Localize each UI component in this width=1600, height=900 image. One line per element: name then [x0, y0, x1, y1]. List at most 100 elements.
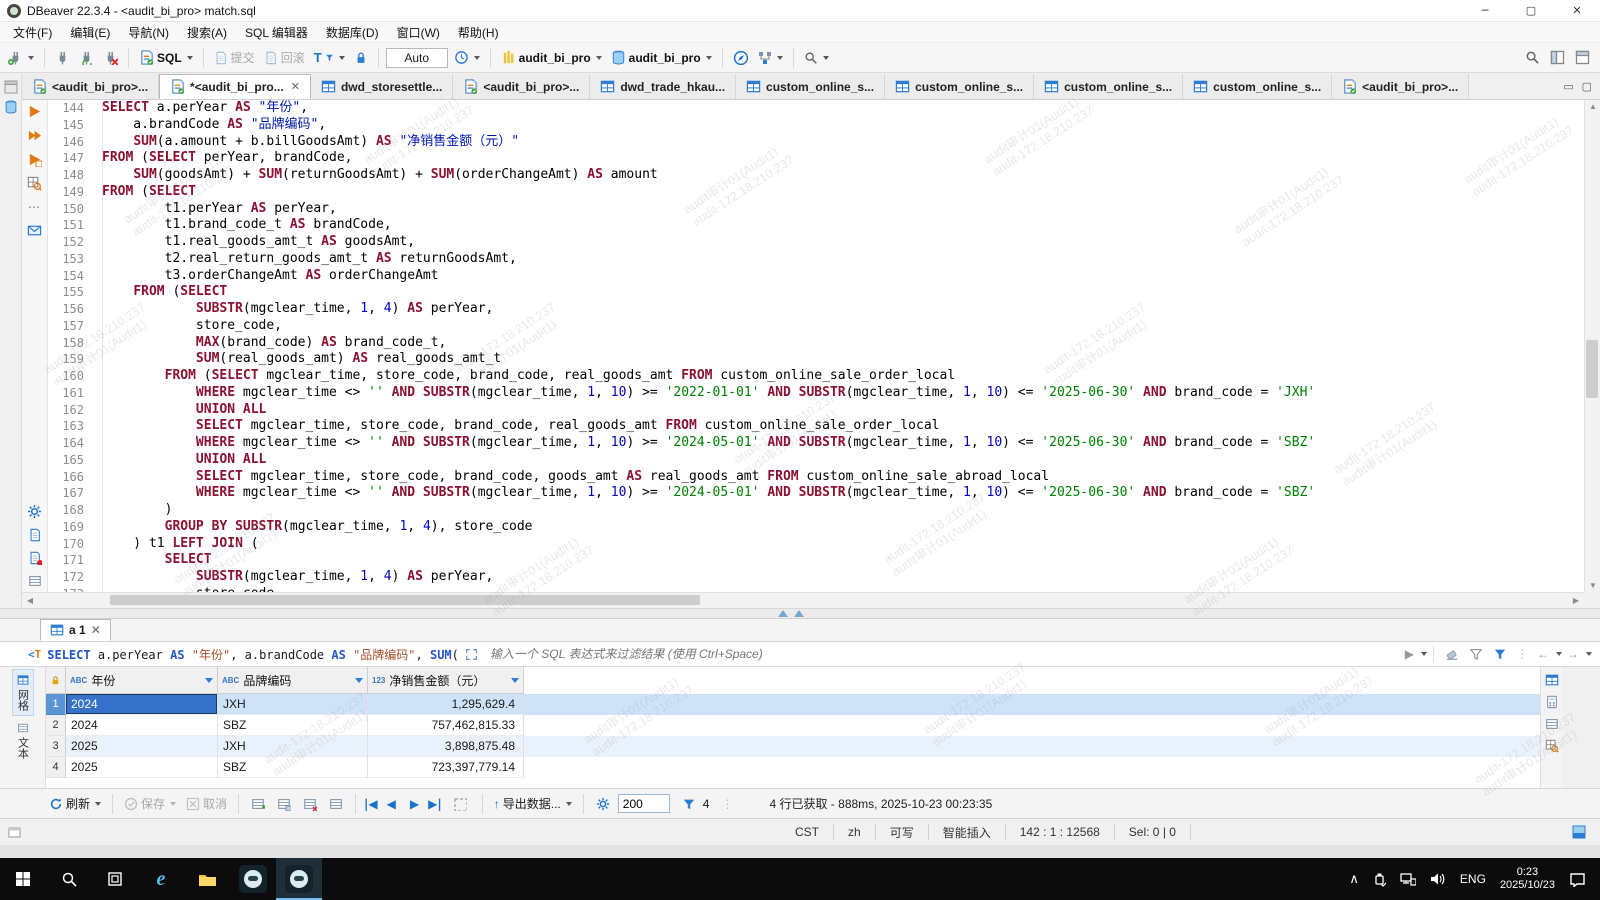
close-icon[interactable]: ✕ — [91, 623, 101, 637]
expand-filter-icon[interactable] — [465, 648, 478, 661]
explain-plan-icon[interactable] — [27, 176, 42, 191]
table-row-1[interactable]: 12024JXH1,295,629.4 — [46, 694, 1540, 715]
disconnect-button[interactable] — [52, 48, 73, 67]
execute-statement-icon[interactable] — [27, 104, 42, 119]
code-line-170[interactable]: 170 ) t1 LEFT JOIN ( — [48, 536, 1584, 553]
row-number[interactable]: 2 — [46, 715, 66, 736]
perspective-icon[interactable] — [1550, 50, 1565, 65]
clear-filter-eraser-icon[interactable] — [1445, 647, 1459, 661]
editor-tab-2[interactable]: dwd_storesettle... — [311, 74, 453, 99]
more-actions-icon[interactable]: ⋯ — [28, 200, 41, 214]
code-line-146[interactable]: 146 SUM(a.amount + b.billGoodsAmt) AS "净… — [48, 134, 1584, 151]
menu-item-4[interactable]: SQL 编辑器 — [236, 22, 317, 43]
metadata-panel-icon[interactable] — [1545, 717, 1559, 731]
code-line-164[interactable]: 164 WHERE mgclear_time <> '' AND SUBSTR(… — [48, 435, 1584, 452]
sql-editor-button[interactable]: SQL — [136, 48, 196, 67]
code-line-151[interactable]: 151 t1.brand_code_t AS brandCode, — [48, 217, 1584, 234]
input-language[interactable]: ENG — [1460, 872, 1486, 886]
scroll-up-arrow-icon[interactable]: ▲ — [1585, 100, 1600, 111]
next-row-icon[interactable]: ▶ — [410, 797, 419, 811]
search-button[interactable] — [801, 49, 832, 67]
fetch-size-input[interactable] — [618, 794, 670, 813]
connection-selector[interactable]: audit_bi_pro — [498, 48, 605, 67]
column-header-0[interactable]: ABC年份 — [66, 667, 218, 694]
cell-r4-c0[interactable]: 2025 — [66, 757, 218, 778]
code-line-157[interactable]: 157 store_code, — [48, 318, 1584, 335]
last-row-icon[interactable]: ▶| — [428, 797, 442, 811]
close-tab-icon[interactable]: ✕ — [291, 80, 300, 93]
results-grid[interactable]: ABC年份ABC品牌编码123净销售金额（元） 12024JXH1,295,62… — [46, 667, 1540, 788]
editor-results-splitter[interactable] — [0, 608, 1600, 619]
cell-r3-c1[interactable]: JXH — [218, 736, 368, 757]
autocommit-combo[interactable]: Auto — [386, 48, 448, 68]
minimize-button[interactable]: ─ — [1462, 0, 1508, 22]
prev-row-icon[interactable]: ◀ — [387, 797, 396, 811]
code-line-150[interactable]: 150 t1.perYear AS perYear, — [48, 201, 1584, 218]
cell-r4-c1[interactable]: SBZ — [218, 757, 368, 778]
cell-r2-c1[interactable]: SBZ — [218, 715, 368, 736]
chevron-down-icon[interactable] — [1586, 652, 1592, 656]
scroll-left-arrow-icon[interactable]: ◀ — [22, 596, 38, 605]
taskbar-search-button[interactable] — [46, 858, 92, 900]
export-data-button[interactable]: ↑ 导出数据... — [491, 793, 575, 814]
editor-vscroll-thumb[interactable] — [1586, 340, 1598, 398]
sort-dropdown-icon[interactable] — [511, 678, 519, 683]
menu-item-6[interactable]: 窗口(W) — [388, 22, 449, 43]
menu-item-1[interactable]: 编辑(E) — [61, 22, 119, 43]
result-tab[interactable]: a 1 ✕ — [40, 619, 111, 641]
cell-r2-c0[interactable]: 2024 — [66, 715, 218, 736]
layout-icon[interactable] — [1575, 50, 1590, 65]
editor-tab-1[interactable]: *<audit_bi_pro...✕ — [159, 74, 311, 99]
code-line-172[interactable]: 172 SUBSTR(mgclear_time, 1, 4) AS perYea… — [48, 569, 1584, 586]
new-connection-button[interactable] — [5, 48, 37, 67]
speaker-icon[interactable] — [1430, 872, 1446, 886]
plan-button[interactable] — [754, 48, 786, 67]
code-line-152[interactable]: 152 t1.real_goods_amt_t AS goodsAmt, — [48, 234, 1584, 251]
close-button[interactable]: ✕ — [1554, 0, 1600, 22]
code-line-148[interactable]: 148 SUM(goodsAmt) + SUM(returnGoodsAmt) … — [48, 167, 1584, 184]
grid-doc-icon[interactable] — [28, 574, 42, 588]
database-selector[interactable]: audit_bi_pro — [608, 48, 715, 67]
editor-tab-0[interactable]: <audit_bi_pro>... — [22, 74, 159, 99]
row-number[interactable]: 3 — [46, 736, 66, 757]
code-line-149[interactable]: 149FROM (SELECT — [48, 184, 1584, 201]
goto-row-icon[interactable] — [453, 797, 467, 811]
cell-r1-c2[interactable]: 1,295,629.4 — [368, 694, 524, 715]
code-line-155[interactable]: 155 FROM (SELECT — [48, 284, 1584, 301]
editor-tab-7[interactable]: custom_online_s... — [1034, 74, 1183, 99]
back-arrow-icon[interactable]: ← — [1537, 647, 1549, 661]
minimize-editor-icon[interactable]: ▭ — [1563, 80, 1573, 93]
output-doc-icon[interactable] — [28, 528, 42, 542]
code-line-161[interactable]: 161 WHERE mgclear_time <> '' AND SUBSTR(… — [48, 385, 1584, 402]
restore-bottom-panel-icon[interactable] — [1572, 825, 1586, 839]
editor-tab-6[interactable]: custom_online_s... — [885, 74, 1034, 99]
sort-dropdown-icon[interactable] — [355, 678, 363, 683]
code-line-144[interactable]: 144SELECT a.perYear AS "年份", — [48, 100, 1584, 117]
code-line-156[interactable]: 156 SUBSTR(mgclear_time, 1, 4) AS perYea… — [48, 301, 1584, 318]
code-line-166[interactable]: 166 SELECT mgclear_time, store_code, bra… — [48, 469, 1584, 486]
cell-r4-c2[interactable]: 723,397,779.14 — [368, 757, 524, 778]
settings-gear-icon[interactable] — [27, 504, 42, 519]
code-line-169[interactable]: 169 GROUP BY SUBSTR(mgclear_time, 1, 4),… — [48, 519, 1584, 536]
task-view-button[interactable] — [92, 858, 138, 900]
taskbar-ie-button[interactable]: e — [138, 858, 184, 900]
taskbar-explorer-button[interactable] — [184, 858, 230, 900]
refresh-button[interactable]: 刷新 — [46, 793, 104, 814]
log-doc-icon[interactable] — [28, 551, 42, 565]
code-line-167[interactable]: 167 WHERE mgclear_time <> '' AND SUBSTR(… — [48, 485, 1584, 502]
maximize-editor-icon[interactable]: ▢ — [1582, 80, 1592, 93]
envelope-icon[interactable] — [27, 223, 42, 238]
tray-chevron-up-icon[interactable]: ∧ — [1349, 871, 1359, 887]
results-view-tab-1[interactable]: 文本 — [12, 718, 34, 763]
code-line-165[interactable]: 165 UNION ALL — [48, 452, 1584, 469]
value-viewer-panel-icon[interactable] — [1545, 673, 1559, 687]
code-line-162[interactable]: 162 UNION ALL — [48, 402, 1584, 419]
references-panel-icon[interactable] — [1545, 739, 1559, 753]
status-panel-icon[interactable] — [8, 826, 21, 839]
table-row-4[interactable]: 42025SBZ723,397,779.14 — [46, 757, 1540, 778]
database-navigator-icon[interactable] — [4, 100, 18, 114]
apply-filter-play-icon[interactable]: ▶ — [1405, 647, 1414, 661]
edit-cell-icon[interactable] — [329, 797, 343, 811]
transaction-mode-button[interactable]: T — [311, 48, 348, 67]
menu-item-7[interactable]: 帮助(H) — [449, 22, 508, 43]
